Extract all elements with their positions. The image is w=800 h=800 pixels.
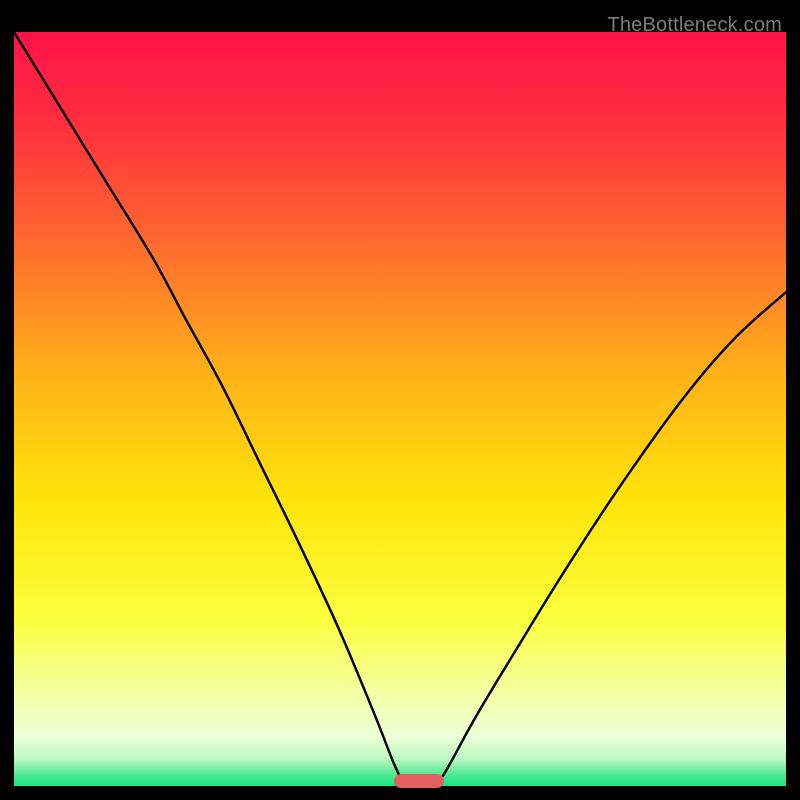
bottleneck-curve [14, 32, 786, 786]
optimum-marker [394, 774, 444, 788]
plot-area [14, 32, 786, 786]
chart-frame: TheBottleneck.com [14, 14, 786, 786]
